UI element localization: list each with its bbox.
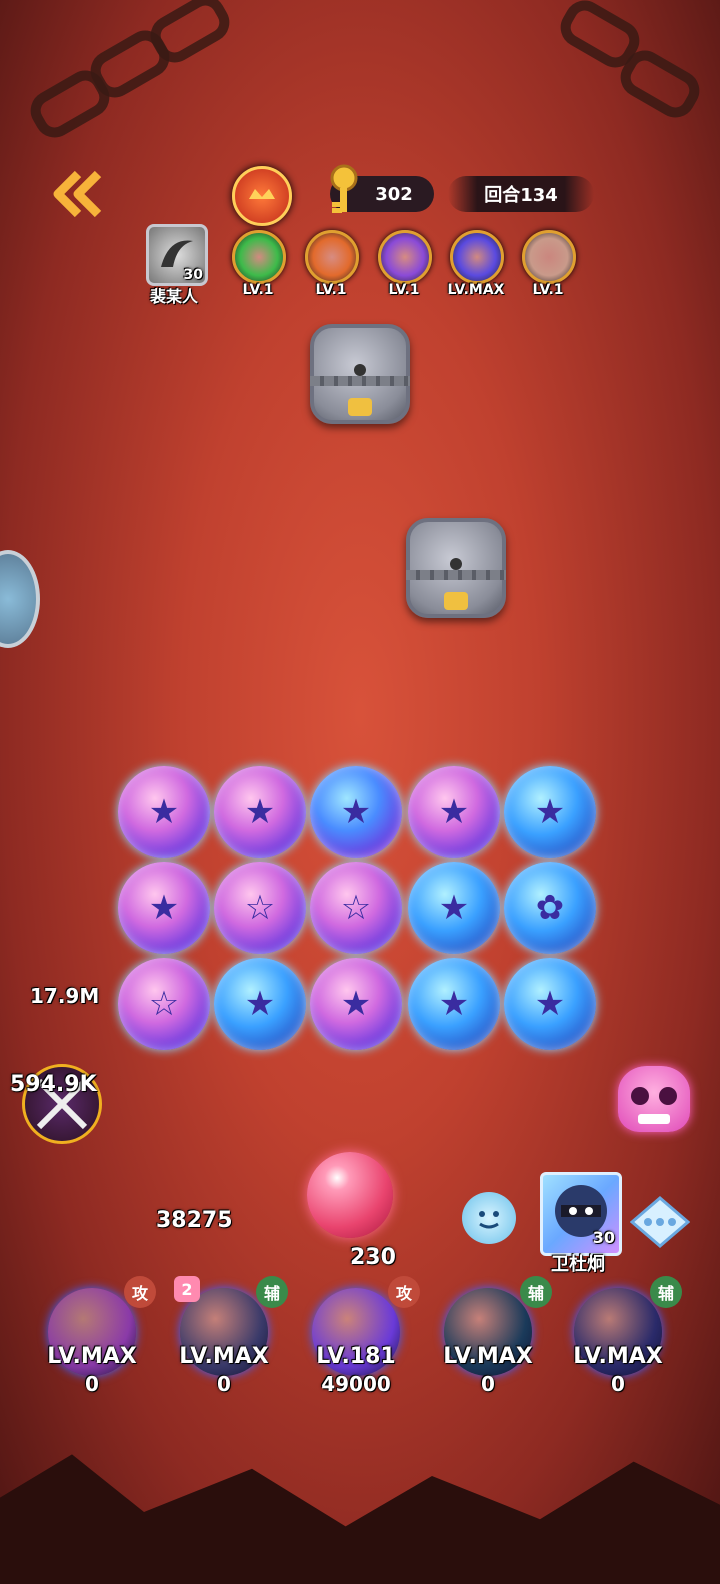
boss-icon[interactable] — [232, 166, 292, 226]
shield-brick: ✿ — [504, 862, 596, 954]
badge-level: LV.1 — [388, 282, 420, 298]
skill-value: 49000 — [321, 1372, 391, 1396]
skill-level: LV.MAX — [47, 1344, 137, 1369]
rock-floor — [0, 1454, 720, 1584]
key-icon — [322, 164, 362, 216]
more-button[interactable] — [629, 1196, 691, 1248]
badge-level: LV.1 — [242, 282, 274, 298]
damage-number: 17.9M — [30, 984, 100, 1008]
locked-brick — [406, 518, 506, 618]
launch-ball[interactable] — [307, 1152, 393, 1238]
smile-icon — [479, 1211, 499, 1229]
shield-brick: ★ — [310, 766, 402, 858]
badge-level: LV.1 — [532, 282, 564, 298]
skill-type-tag: 攻 — [388, 1276, 420, 1308]
damage-number: 594.9K — [10, 1072, 97, 1097]
shield-brick: ★ — [408, 766, 500, 858]
partner-name: 卫杜炯 — [551, 1254, 605, 1275]
skill-level: LV.MAX — [573, 1344, 663, 1369]
shield-brick: ★ — [408, 958, 500, 1050]
locked-brick — [310, 324, 410, 424]
shield-brick: ★ — [214, 766, 306, 858]
shield-brick: ☆ — [118, 958, 210, 1050]
skill-value: 0 — [85, 1372, 99, 1396]
green-arrow-badge-icon[interactable] — [232, 230, 286, 284]
round-indicator: 回合134 — [448, 176, 594, 212]
shield-brick: ★ — [504, 766, 596, 858]
partner-level: 30 — [592, 1228, 615, 1247]
skill-stack-badge: 2 — [174, 1276, 200, 1302]
lightning-badge-icon[interactable] — [450, 230, 504, 284]
skill-value: 0 — [217, 1372, 231, 1396]
player-level: 30 — [183, 267, 203, 283]
shield-brick: ☆ — [214, 862, 306, 954]
skill-type-tag: 攻 — [124, 1276, 156, 1308]
skill-level: LV.MAX — [179, 1344, 269, 1369]
shield-brick: ★ — [408, 862, 500, 954]
shield-brick: ★ — [504, 958, 596, 1050]
badge-level: LV.1 — [315, 282, 347, 298]
round-label: 回合134 — [484, 185, 558, 206]
skill-type-tag: 辅 — [256, 1276, 288, 1308]
chat-emoji-button[interactable] — [462, 1192, 516, 1244]
partner-avatar[interactable]: 30 — [540, 1172, 622, 1256]
shield-brick: ★ — [310, 958, 402, 1050]
purple-feather-badge-icon[interactable] — [378, 230, 432, 284]
skull-icon — [618, 1066, 690, 1132]
skill-level: LV.MAX — [443, 1344, 533, 1369]
shield-brick: ★ — [214, 958, 306, 1050]
shield-brick: ★ — [118, 766, 210, 858]
double-chevron-left-icon — [53, 170, 102, 218]
skill-level: LV.181 — [316, 1344, 396, 1369]
skill-type-tag: 辅 — [520, 1276, 552, 1308]
shield-brick: ☆ — [310, 862, 402, 954]
ball-count: 230 — [350, 1245, 396, 1270]
shield-brick: ★ — [118, 862, 210, 954]
key-count: 302 — [375, 183, 413, 205]
back-button[interactable] — [48, 170, 104, 218]
monkey-badge-icon[interactable] — [305, 230, 359, 284]
skill-value: 0 — [611, 1372, 625, 1396]
skill-type-tag: 辅 — [650, 1276, 682, 1308]
badge-level: LV.MAX — [447, 282, 505, 298]
player-name: 裴某人 — [149, 287, 198, 306]
ball-score: 38275 — [156, 1208, 233, 1233]
side-orb — [0, 550, 40, 648]
player-avatar[interactable]: 30 — [146, 224, 208, 286]
more-dots-icon — [629, 1196, 691, 1248]
tentacle-badge-icon[interactable] — [522, 230, 576, 284]
skill-value: 0 — [481, 1372, 495, 1396]
